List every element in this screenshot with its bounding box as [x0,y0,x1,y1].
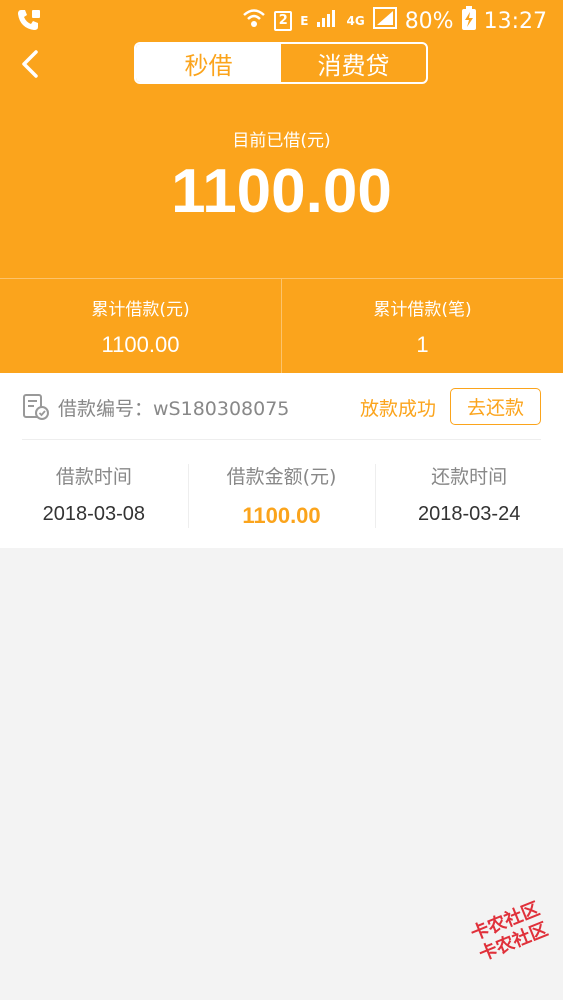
battery-charging-icon [461,6,476,36]
stat-label: 累计借款(元) [91,300,190,320]
sim-badge: 2 [274,11,293,31]
status-bar: 2 E 4G 80% 13:27 [0,0,563,40]
repay-button[interactable]: 去还款 [450,388,541,425]
column-value: 2018-03-24 [418,503,521,525]
stat-total-count: 累计借款(笔) 1 [281,279,563,373]
loan-date-column: 借款时间 2018-03-08 [0,440,188,548]
signal-icon [316,8,338,34]
wifi-icon [242,7,266,35]
column-label: 还款时间 [431,466,508,488]
stat-value: 1100.00 [101,332,180,357]
column-label: 借款时间 [55,466,132,488]
phone-call-icon [16,8,42,38]
stat-value: 1 [416,332,429,357]
loan-card-header: 借款编号：wS180308075 放款成功 去还款 [22,373,541,440]
loan-status: 放款成功 [360,398,437,420]
loan-type-tabs: 秒借 消费贷 [134,42,428,84]
column-label: 借款金额(元) [226,466,337,488]
stat-label: 累计借款(笔) [373,300,472,320]
stat-total-amount: 累计借款(元) 1100.00 [0,279,281,373]
loan-amount-column: 借款金额(元) 1100.00 [187,440,376,548]
clock: 13:27 [483,8,547,34]
tab-consumer-loan[interactable]: 消费贷 [281,44,426,82]
column-value: 2018-03-08 [42,503,145,525]
loan-details: 借款时间 2018-03-08 借款金额(元) 1100.00 还款时间 201… [0,440,563,548]
stats-row: 累计借款(元) 1100.00 累计借款(笔) 1 [0,278,563,373]
battery-percent: 80% [404,8,454,34]
network-4g: 4G [346,14,365,28]
loan-card[interactable]: 借款编号：wS180308075 放款成功 去还款 借款时间 2018-03-0… [0,373,563,548]
header: 秒借 消费贷 目前已借(元) 1100.00 [0,40,563,278]
loan-number: 借款编号：wS180308075 [58,398,290,420]
network-e: E [300,14,309,28]
back-button[interactable] [14,46,50,82]
chevron-left-icon [14,50,50,86]
current-borrowed-label: 目前已借(元) [232,131,331,151]
document-icon [22,393,50,421]
watermark: 卡农社区 卡农社区 [444,898,563,1000]
current-borrowed-amount: 1100.00 [171,157,392,226]
column-value: 1100.00 [242,503,321,528]
signal-2-icon [372,7,397,35]
repay-date-column: 还款时间 2018-03-24 [375,440,563,548]
tab-instant-loan[interactable]: 秒借 [136,44,281,82]
